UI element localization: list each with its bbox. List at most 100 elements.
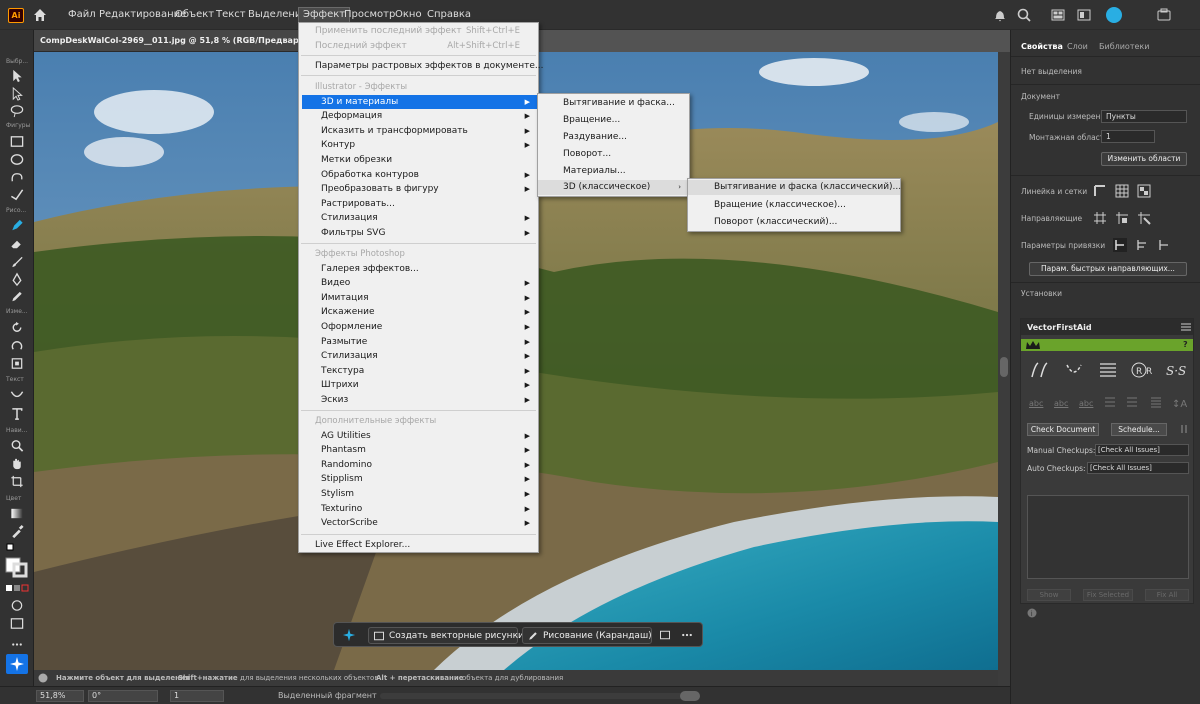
grid-icon[interactable] — [1115, 184, 1129, 198]
help-icon[interactable] — [38, 673, 48, 683]
home-icon[interactable] — [32, 7, 48, 23]
vfa-tool-lines-icon[interactable] — [1097, 361, 1119, 379]
vfa-tool-registered-icon[interactable]: RR — [1131, 361, 1155, 379]
rectangle-tool-icon[interactable] — [9, 134, 25, 149]
document-tab[interactable]: CompDeskWalCol-2969__011.jpg @ 51,8 % (R… — [34, 30, 344, 52]
snap-to-pixel-icon[interactable] — [1135, 238, 1149, 252]
artboard-dropdown[interactable]: 1 — [1101, 130, 1155, 143]
bell-icon[interactable] — [992, 7, 1008, 23]
lock-guides-icon[interactable] — [1115, 211, 1129, 225]
menu-item-convert-to-shape[interactable]: Преобразовать в фигуру ▶ — [302, 182, 537, 197]
submenu-item-extrude-bevel-classic[interactable]: Вытягивание и фаска (классический)... — [688, 180, 901, 195]
shaper-tool-icon[interactable] — [9, 187, 25, 202]
share-icon[interactable] — [1156, 7, 1172, 23]
draw-mode-icon[interactable] — [9, 598, 25, 613]
snap-to-point-icon[interactable] — [1113, 238, 1127, 252]
menu-help[interactable]: Справка — [423, 7, 475, 23]
tab-properties[interactable]: Свойства — [1021, 42, 1063, 51]
submenu-item-inflate[interactable]: Раздувание... — [538, 130, 689, 145]
scroll-thumb[interactable] — [1000, 357, 1008, 377]
menu-item-stylize-ps[interactable]: Стилизация ▶ — [302, 349, 537, 364]
menu-item-video[interactable]: Видео ▶ — [302, 276, 537, 291]
submenu-item-materials[interactable]: Материалы... — [538, 164, 689, 179]
submenu-item-extrude-bevel[interactable]: Вытягивание и фаска... — [538, 96, 689, 111]
transparency-grid-icon[interactable] — [1137, 184, 1151, 198]
vfa-align-icon[interactable] — [1103, 395, 1117, 409]
scale-tool-icon[interactable] — [9, 356, 25, 371]
vfa-abc-icon-1[interactable]: abc — [1029, 399, 1043, 408]
menu-item-raster-settings[interactable]: Параметры растровых эффектов в документе… — [299, 59, 543, 74]
fix-all-button[interactable]: Fix All — [1145, 589, 1189, 601]
tab-libraries[interactable]: Библиотеки — [1099, 42, 1149, 51]
reflect-tool-icon[interactable] — [9, 338, 25, 353]
vfa-abc-icon-3[interactable]: abc — [1079, 399, 1093, 408]
show-guides-icon[interactable] — [1093, 211, 1107, 225]
eraser-tool-icon[interactable] — [9, 236, 25, 251]
menu-item-ag-utilities[interactable]: AG Utilities ▶ — [302, 429, 537, 444]
menu-item-pathfinder[interactable]: Обработка контуров ▶ — [302, 168, 537, 183]
vfa-tool-stroke-icon[interactable] — [1029, 361, 1051, 379]
smart-guides-icon[interactable] — [1137, 211, 1151, 225]
fill-stroke-swatch-icon[interactable] — [5, 542, 29, 578]
menu-item-distort-transform[interactable]: Исказить и трансформировать ▶ — [302, 124, 537, 139]
menu-item-phantasm[interactable]: Phantasm ▶ — [302, 443, 537, 458]
vertical-scrollbar[interactable] — [998, 52, 1010, 686]
vfa-lines-icon[interactable] — [1149, 395, 1163, 409]
schedule-button[interactable]: Schedule... — [1111, 423, 1167, 436]
change-artboards-button[interactable]: Изменить области — [1101, 152, 1187, 166]
check-document-button[interactable]: Check Document — [1027, 423, 1099, 436]
menu-item-texture[interactable]: Текстура ▶ — [302, 364, 537, 379]
menu-item-sketch-design[interactable]: Оформление ▶ — [302, 320, 537, 335]
arrange-documents-icon[interactable] — [1050, 7, 1066, 23]
selection-tool-icon[interactable] — [9, 68, 25, 83]
direct-selection-tool-icon[interactable] — [9, 86, 25, 101]
show-button[interactable]: Show — [1027, 589, 1071, 601]
eyedropper-tool-icon[interactable] — [9, 524, 25, 539]
menu-item-rasterize[interactable]: Растрировать... — [302, 197, 537, 212]
menu-item-artistic[interactable]: Имитация ▶ — [302, 291, 537, 306]
menu-item-stipplism[interactable]: Stipplism ▶ — [302, 472, 537, 487]
auto-checkups-select[interactable]: [Check All Issues] — [1087, 462, 1189, 474]
menu-item-last-effect[interactable]: Последний эффект Alt+Shift+Ctrl+E — [299, 39, 538, 54]
search-icon[interactable] — [1016, 7, 1032, 23]
artboard-nav-field[interactable]: 1 — [170, 690, 224, 702]
rotate-tool-icon[interactable] — [9, 320, 25, 335]
lasso-tool-icon[interactable] — [9, 103, 25, 118]
submenu-item-3d-classic[interactable]: 3D (классическое) › — [538, 180, 689, 195]
user-avatar[interactable] — [1106, 7, 1122, 23]
menu-item-texturino[interactable]: Texturino ▶ — [302, 502, 537, 517]
vfa-results-list[interactable] — [1027, 495, 1189, 579]
menu-item-sketch[interactable]: Эскиз ▶ — [302, 393, 537, 408]
screen-mode-icon[interactable] — [9, 616, 25, 631]
menu-window[interactable]: Окно — [391, 7, 426, 23]
zoom-tool-icon[interactable] — [9, 438, 25, 453]
hscroll-thumb[interactable] — [680, 691, 700, 701]
info-icon[interactable]: i — [1027, 608, 1037, 618]
rulers-icon[interactable] — [1093, 184, 1107, 198]
vfa-tool-glyph-icon[interactable]: S·S — [1165, 361, 1191, 379]
menu-item-stylism[interactable]: Stylism ▶ — [302, 487, 537, 502]
menu-item-svg-filters[interactable]: Фильтры SVG ▶ — [302, 226, 537, 241]
vfa-text-size-icon[interactable]: ↕A — [1171, 395, 1187, 409]
vfa-tool-points-icon[interactable] — [1063, 361, 1085, 379]
vfa-help[interactable]: ? — [1183, 340, 1188, 349]
menu-item-randomino[interactable]: Randomino ▶ — [302, 458, 537, 473]
submenu-item-revolve[interactable]: Вращение... — [538, 113, 689, 128]
menu-item-distort[interactable]: Искажение ▶ — [302, 305, 537, 320]
artboard-tool-icon[interactable] — [9, 474, 25, 489]
menu-item-blur[interactable]: Размытие ▶ — [302, 335, 537, 350]
gradient-tool-icon[interactable] — [9, 506, 25, 521]
menu-item-stylize[interactable]: Стилизация ▶ — [302, 211, 537, 226]
menu-item-vectorscribe[interactable]: VectorScribe ▶ — [302, 516, 537, 531]
color-mode-icon[interactable] — [5, 584, 29, 592]
menu-item-effect-gallery[interactable]: Галерея эффектов... — [302, 262, 537, 277]
menu-item-live-effect-explorer[interactable]: Live Effect Explorer... — [299, 538, 538, 553]
generative-tool-button[interactable] — [6, 654, 28, 674]
vfa-justify-icon[interactable] — [1125, 395, 1139, 409]
type-on-path-tool-icon[interactable] — [9, 388, 25, 403]
zoom-field[interactable]: 51,8% — [36, 690, 84, 702]
pause-icon[interactable] — [1179, 424, 1189, 434]
smart-guides-settings-button[interactable]: Парам. быстрых направляющих... — [1029, 262, 1187, 276]
vfa-title[interactable]: VectorFirstAid — [1027, 323, 1092, 332]
draw-pencil-button[interactable]: Рисование (Карандаш) — [522, 627, 652, 644]
